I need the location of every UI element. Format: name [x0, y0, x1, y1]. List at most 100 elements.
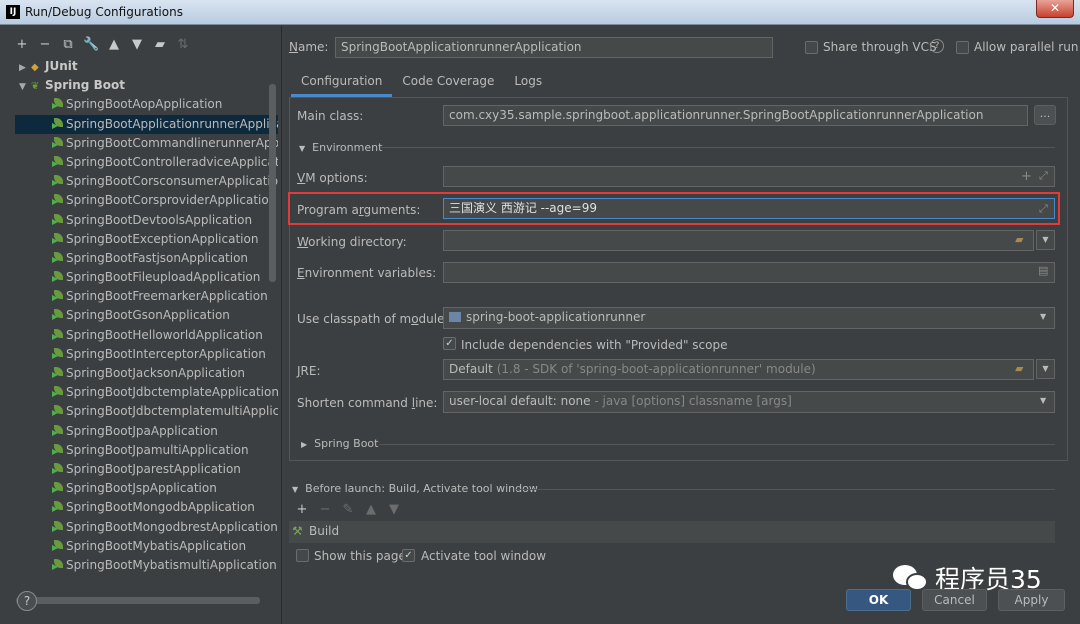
show-page-label: Show this page: [314, 549, 406, 563]
environment-variables-input[interactable]: [443, 262, 1055, 283]
classpath-module-select[interactable]: spring-boot-applicationrunner: [443, 307, 1055, 329]
close-window-button[interactable]: ✕: [1036, 0, 1074, 18]
tree-item[interactable]: SpringBootFreemarkerApplication: [15, 287, 278, 306]
tab-configuration[interactable]: Configuration: [291, 70, 393, 97]
tree-item[interactable]: SpringBootJpaApplication: [15, 422, 278, 441]
tree-item[interactable]: SpringBootFileuploadApplication: [15, 268, 278, 287]
tree-item-label: SpringBootMybatismultiApplication: [66, 557, 277, 572]
tree-item-content: SpringBootCommandlinerunnerApplication: [15, 136, 278, 150]
show-page-checkbox[interactable]: [296, 549, 309, 562]
tree-item-content: SpringBootJdbctemplatemultiApplication: [15, 404, 278, 418]
tree-item[interactable]: SpringBootMybatismultiApplication: [15, 556, 278, 575]
tree-item[interactable]: SpringBootJpamultiApplication: [15, 441, 278, 460]
folder-icon[interactable]: ▰: [152, 37, 168, 53]
tab-logs[interactable]: Logs: [504, 70, 552, 97]
shorten-command-line-select[interactable]: user-local default: none - java [options…: [443, 391, 1055, 413]
chevron-down-icon[interactable]: ▼: [1036, 230, 1055, 250]
tree-item[interactable]: SpringBootMybatisApplication: [15, 537, 278, 556]
activate-tool-window-checkbox[interactable]: ✓: [402, 549, 415, 562]
share-vcs-label: Share through VCS: [823, 40, 937, 54]
tree-horizontal-scrollbar[interactable]: [16, 597, 260, 604]
tree-item[interactable]: SpringBootCommandlinerunnerApplication: [15, 134, 278, 153]
name-input[interactable]: SpringBootApplicationrunnerApplication: [335, 37, 773, 58]
tree-item[interactable]: SpringBootExceptionApplication: [15, 230, 278, 249]
before-launch-toggle[interactable]: ▼ Before launch: Build, Activate tool wi…: [292, 482, 538, 495]
tree-item[interactable]: SpringBootHelloworldApplication: [15, 326, 278, 345]
spring-boot-run-icon: [52, 174, 65, 187]
chevron-down-icon[interactable]: ▼: [1040, 396, 1046, 405]
tree-item-content: SpringBootJpamultiApplication: [15, 443, 249, 457]
main-class-input[interactable]: com.cxy35.sample.springboot.applicationr…: [443, 105, 1028, 126]
tree-item[interactable]: SpringBootInterceptorApplication: [15, 345, 278, 364]
configurations-tree: ▶ ◆ JUnit ▼ ❦ Spring Boot SpringBootAopAppli…: [15, 57, 278, 603]
folder-icon[interactable]: ▰: [1015, 233, 1023, 246]
tree-item[interactable]: SpringBootAopApplication: [15, 95, 278, 114]
chevron-down-icon[interactable]: ▼: [1036, 359, 1055, 379]
tree-item[interactable]: SpringBootFastjsonApplication: [15, 249, 278, 268]
tree-item[interactable]: SpringBootJdbctemplateApplication: [15, 383, 278, 402]
before-launch-task-row[interactable]: ⚒ Build: [289, 521, 1055, 543]
allow-parallel-checkbox[interactable]: [956, 41, 969, 54]
ok-button[interactable]: OK: [846, 589, 911, 611]
tree-group-junit[interactable]: ▶ ◆ JUnit: [15, 57, 278, 76]
apply-button[interactable]: Apply: [998, 589, 1065, 611]
tree-item[interactable]: SpringBootCorsproviderApplication: [15, 191, 278, 210]
tree-item-content: SpringBootJdbctemplateApplication: [15, 385, 278, 399]
jre-select[interactable]: Default (1.8 - SDK of 'spring-boot-appli…: [443, 359, 1034, 380]
chevron-down-icon[interactable]: ▼: [1040, 312, 1046, 321]
expand-icon[interactable]: ⤢: [1039, 169, 1048, 183]
copy-icon[interactable]: ⧉: [60, 37, 76, 53]
tab-code-coverage[interactable]: Code Coverage: [392, 70, 504, 97]
share-vcs-checkbox[interactable]: [805, 41, 818, 54]
program-arguments-input[interactable]: 三国演义 西游记 --age=99: [443, 198, 1055, 219]
tree-item-content: SpringBootMongodbApplication: [15, 500, 255, 514]
move-up-icon[interactable]: ▲: [363, 502, 379, 518]
tree-item[interactable]: SpringBootDevtoolsApplication: [15, 211, 278, 230]
tree-item[interactable]: SpringBootJacksonApplication: [15, 364, 278, 383]
vm-options-input[interactable]: [443, 166, 1055, 187]
tree-group-spring-boot[interactable]: ▼ ❦ Spring Boot: [15, 76, 278, 95]
expand-icon[interactable]: ⤢: [1039, 202, 1048, 216]
collapse-arrow-icon[interactable]: ▼: [19, 78, 31, 97]
tree-item[interactable]: SpringBootJdbctemplatemultiApplication: [15, 402, 278, 421]
remove-icon[interactable]: −: [37, 37, 53, 53]
tree-item-label: SpringBootFastjsonApplication: [66, 250, 249, 265]
tree-item[interactable]: SpringBootGsonApplication: [15, 306, 278, 325]
plus-icon[interactable]: +: [1021, 169, 1032, 184]
spring-boot-run-icon: [52, 308, 65, 321]
list-editor-icon[interactable]: ▤: [1038, 264, 1048, 277]
spring-boot-run-icon: [52, 289, 65, 302]
cancel-button[interactable]: Cancel: [922, 589, 987, 611]
move-up-icon[interactable]: ▲: [106, 37, 122, 53]
folder-icon[interactable]: ▰: [1015, 362, 1023, 375]
tree-item[interactable]: SpringBootJparestApplication: [15, 460, 278, 479]
tree-vertical-scrollbar[interactable]: [269, 84, 276, 282]
wrench-icon[interactable]: 🔧: [83, 37, 99, 53]
spring-boot-section-toggle[interactable]: ▶ Spring Boot: [301, 437, 378, 450]
tree-item-label: SpringBootFreemarkerApplication: [66, 289, 268, 304]
tree-item[interactable]: SpringBootCorsconsumerApplication: [15, 172, 278, 191]
browse-main-class-button[interactable]: ...: [1034, 105, 1056, 125]
sort-icon[interactable]: ⇅: [175, 37, 191, 53]
include-dependencies-checkbox[interactable]: ✓: [443, 337, 456, 350]
environment-section-toggle[interactable]: ▼ Environment: [299, 141, 382, 154]
edit-icon[interactable]: ✎: [340, 502, 356, 518]
tree-item[interactable]: SpringBootJspApplication: [15, 479, 278, 498]
add-icon[interactable]: +: [294, 502, 310, 518]
program-arguments-label: Program arguments:: [297, 203, 421, 217]
window-title: Run/Debug Configurations: [25, 5, 183, 19]
working-directory-input[interactable]: [443, 230, 1034, 251]
remove-icon[interactable]: −: [317, 502, 333, 518]
tree-item[interactable]: SpringBootMongodbApplication: [15, 498, 278, 517]
help-icon[interactable]: ?: [930, 39, 944, 53]
tree-item[interactable]: SpringBootApplicationrunnerApplication: [15, 114, 278, 134]
move-down-icon[interactable]: ▼: [129, 37, 145, 53]
add-icon[interactable]: +: [14, 37, 30, 53]
tree-item[interactable]: SpringBootControlleradviceApplication: [15, 153, 278, 172]
spring-boot-section-label: Spring Boot: [314, 437, 379, 450]
expand-arrow-icon[interactable]: ▶: [19, 59, 31, 78]
move-down-icon[interactable]: ▼: [386, 502, 402, 518]
tree-item[interactable]: SpringBootMongodbrestApplication: [15, 518, 278, 537]
tree-item-content: SpringBootJspApplication: [15, 481, 217, 495]
help-icon[interactable]: ?: [17, 591, 37, 611]
